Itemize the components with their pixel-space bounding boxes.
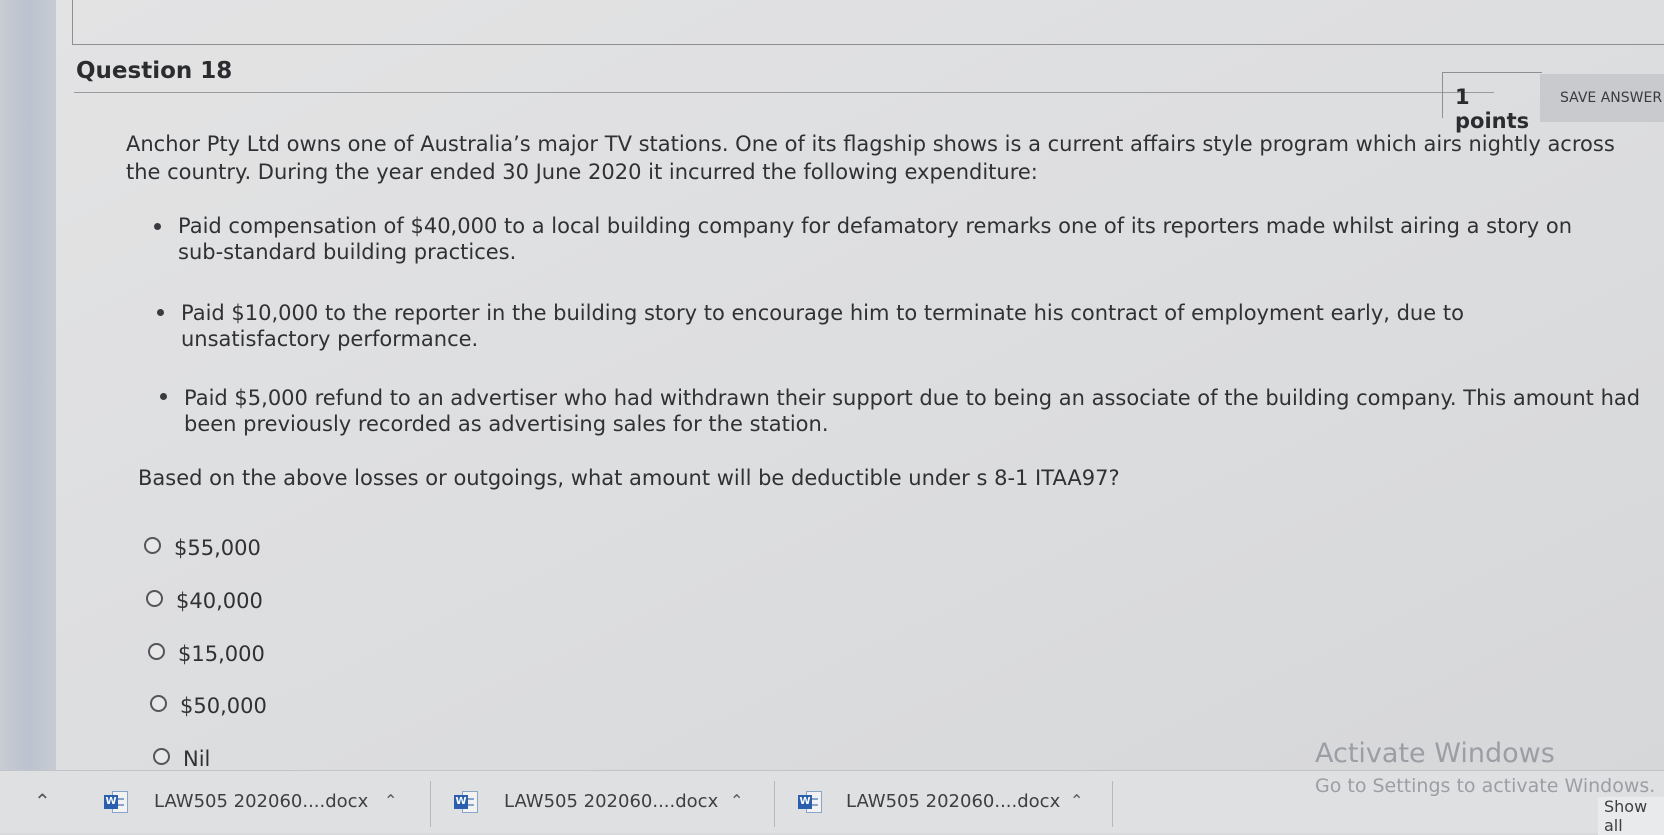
bullet-item-3: Paid $5,000 refund to an advertiser who … [184,386,1641,436]
question-prompt: Based on the above losses or outgoings, … [138,466,1120,490]
divider [1112,781,1113,827]
title-divider [74,92,1494,93]
activation-watermark-subtitle: Go to Settings to activate Windows. [1315,775,1656,797]
option-label: $15,000 [178,642,265,666]
radio-button-icon[interactable] [144,537,161,554]
download-filename: LAW505 202060....docx [504,791,719,812]
option-label: $40,000 [176,589,263,613]
word-icon: W [454,791,480,813]
bullet-icon [157,309,164,316]
option-label: Nil [183,747,211,771]
radio-button-icon[interactable] [146,590,163,607]
question-title: Question 18 [76,58,233,84]
previous-question-box [72,0,1664,45]
points-label: 1 points [1442,72,1542,133]
download-filename: LAW505 202060....docx [154,791,369,812]
word-icon: W [798,791,824,813]
left-border [0,0,56,770]
chevron-up-icon[interactable]: ⌃ [1070,791,1083,810]
question-intro: Anchor Pty Ltd owns one of Australia’s m… [126,132,1615,184]
bullet-item-1: Paid compensation of $40,000 to a local … [178,214,1573,264]
radio-button-icon[interactable] [148,643,165,660]
question-page: Question 18 1 points SAVE ANSWER Anchor … [56,0,1664,771]
option-label: $50,000 [180,694,267,718]
bullet-icon [154,223,161,230]
chevron-up-icon[interactable]: ⌃ [730,791,743,810]
divider [430,781,431,827]
word-icon: W [104,791,130,813]
chevron-up-icon[interactable]: ⌃ [384,791,397,810]
radio-button-icon[interactable] [150,695,167,712]
bullet-icon [160,393,167,400]
download-filename: LAW505 202060....docx [846,791,1061,812]
option-label: $55,000 [174,536,261,560]
chevron-up-icon[interactable]: ⌃ [34,789,51,813]
save-answer-button[interactable]: SAVE ANSWER [1540,74,1664,122]
show-all-button[interactable]: Show all [1598,797,1664,835]
divider [774,781,775,827]
radio-button-icon[interactable] [153,748,170,765]
activation-watermark-title: Activate Windows [1315,738,1555,769]
bullet-item-2: Paid $10,000 to the reporter in the buil… [181,301,1464,351]
